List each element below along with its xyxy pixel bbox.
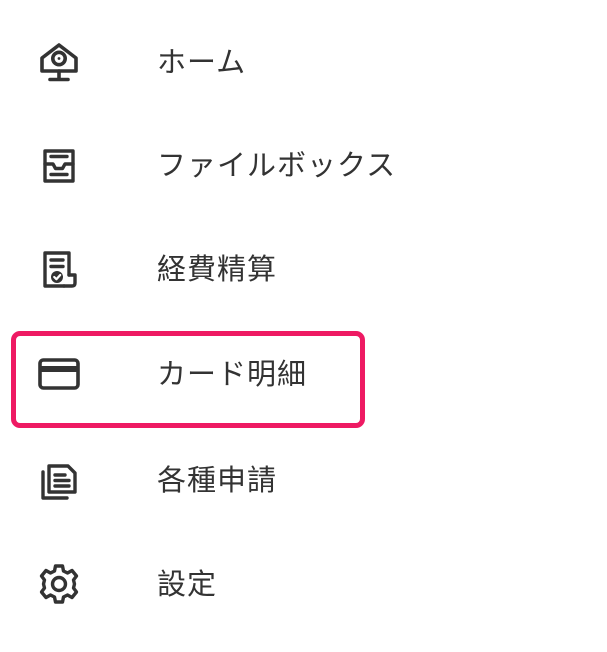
home-icon <box>37 40 81 84</box>
menu-item-label: 各種申請 <box>157 463 278 497</box>
menu-item-requests[interactable]: 各種申請 <box>0 444 607 516</box>
menu-item-label: カード明細 <box>157 357 308 391</box>
menu-item-settings[interactable]: 設定 <box>0 548 607 620</box>
credit-card-icon <box>37 352 81 396</box>
menu-item-label: 設定 <box>157 567 218 601</box>
side-menu: ホーム ファイルボックス 経費精算 カード明細 各種申請 設定 <box>0 0 607 652</box>
menu-item-filebox[interactable]: ファイルボックス <box>0 129 607 201</box>
receipt-check-icon <box>37 247 81 291</box>
menu-item-home[interactable]: ホーム <box>0 26 607 98</box>
inbox-tray-icon <box>37 143 81 187</box>
menu-item-expense[interactable]: 経費精算 <box>0 233 607 305</box>
menu-item-card[interactable]: カード明細 <box>0 338 607 410</box>
menu-item-label: ホーム <box>157 45 247 79</box>
menu-item-label: 経費精算 <box>157 252 278 286</box>
gear-icon <box>37 562 81 606</box>
menu-item-label: ファイルボックス <box>157 148 397 182</box>
documents-icon <box>37 458 81 502</box>
